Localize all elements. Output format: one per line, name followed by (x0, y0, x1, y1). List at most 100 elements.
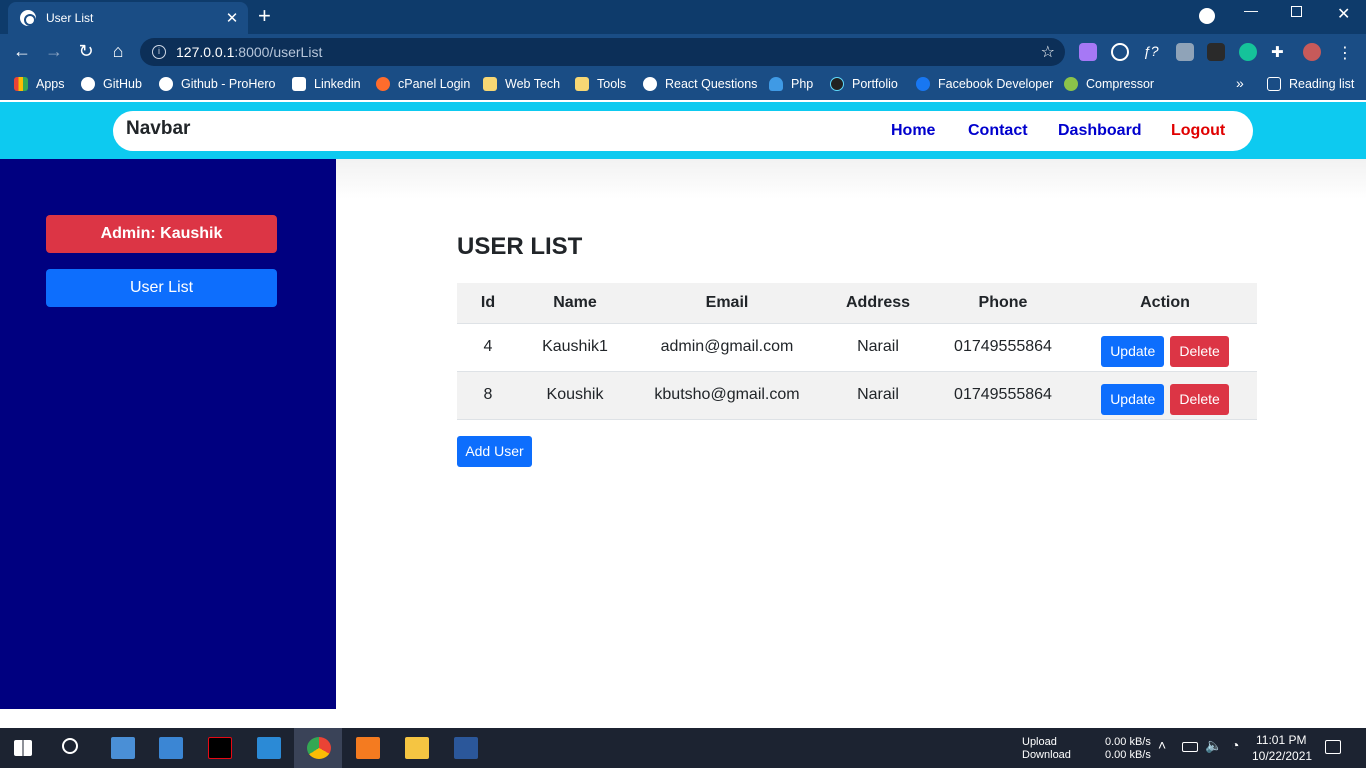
xampp-icon[interactable] (356, 737, 380, 759)
site-info-icon[interactable]: i (152, 45, 166, 59)
facebook-icon (916, 77, 930, 91)
folder-icon (575, 77, 589, 91)
folder-icon[interactable] (405, 737, 429, 759)
url-path: :8000/userList (234, 44, 323, 60)
cell-address: Narail (823, 323, 933, 372)
forward-icon[interactable]: → (43, 41, 65, 62)
bookmark-react-questions[interactable]: React Questions (643, 77, 757, 91)
more-bookmarks-button[interactable]: » (1236, 75, 1244, 91)
network-upload-label: Upload (1022, 736, 1057, 748)
nav-link-home[interactable]: Home (891, 122, 935, 140)
cloud-icon (769, 77, 783, 91)
github-icon (643, 77, 657, 91)
bookmark-github-prohero[interactable]: Github - ProHero (159, 77, 275, 91)
column-header-name: Name (519, 283, 631, 324)
clock-time[interactable]: 11:01 PM (1256, 734, 1306, 747)
word-icon[interactable] (454, 737, 478, 759)
reading-list-icon (1267, 77, 1281, 91)
browser-tab[interactable]: User List ✕ (8, 2, 248, 34)
cell-name: Koushik (519, 371, 631, 420)
github-icon (81, 77, 95, 91)
nav-link-logout[interactable]: Logout (1171, 122, 1225, 140)
url-host: 127.0.0.1 (176, 44, 235, 60)
update-button[interactable]: Update (1101, 383, 1165, 415)
windows-start-icon[interactable] (14, 740, 32, 756)
react-icon (830, 77, 844, 91)
linkedin-icon (292, 77, 306, 91)
tab-title: User List (46, 11, 94, 25)
cell-id: 8 (457, 371, 519, 420)
new-tab-button[interactable]: + (258, 5, 271, 27)
menu-icon[interactable]: ⋮ (1337, 43, 1355, 62)
navbar-brand[interactable]: Navbar (126, 118, 190, 140)
extension-icon[interactable] (1079, 43, 1097, 61)
extensions-puzzle-icon[interactable]: ✚ (1271, 43, 1289, 61)
column-header-address: Address (823, 283, 933, 324)
cell-address: Narail (823, 371, 933, 420)
bookmark-linkedin[interactable]: Linkedin (292, 77, 361, 91)
bookmark-facebook-developer[interactable]: Facebook Developer (916, 77, 1053, 91)
network-download-label: Download (1022, 749, 1071, 761)
cell-email: admin@gmail.com (631, 323, 823, 372)
nav-link-contact[interactable]: Contact (968, 122, 1028, 140)
close-window-icon[interactable]: ✕ (1337, 4, 1350, 24)
volume-icon[interactable]: 🔈 (1205, 738, 1222, 752)
extension-icon[interactable] (1207, 43, 1225, 61)
bookmark-compressor[interactable]: Compressor (1064, 77, 1154, 91)
battery-icon[interactable] (1182, 742, 1198, 752)
delete-button[interactable]: Delete (1170, 335, 1229, 367)
folder-icon (483, 77, 497, 91)
bookmark-portfolio[interactable]: Portfolio (830, 77, 898, 91)
column-header-phone: Phone (933, 283, 1073, 324)
users-table: Id Name Email Address Phone Action 4 Kau… (457, 283, 1257, 420)
navbar: Navbar Home Contact Dashboard Logout (113, 111, 1253, 151)
minimize-icon[interactable]: — (1244, 2, 1258, 18)
restore-icon[interactable] (1291, 6, 1302, 17)
bookmark-web-tech[interactable]: Web Tech (483, 77, 560, 91)
clock-date[interactable]: 10/22/2021 (1252, 750, 1312, 763)
table-row: 8 Koushik kbutsho@gmail.com Narail 01749… (457, 371, 1257, 420)
nav-link-dashboard[interactable]: Dashboard (1058, 122, 1142, 140)
bookmark-star-icon[interactable]: ☆ (1041, 42, 1055, 62)
delete-button[interactable]: Delete (1170, 383, 1229, 415)
admin-badge: Admin: Kaushik (46, 215, 277, 253)
close-tab-icon[interactable]: ✕ (222, 9, 242, 27)
extension-icon[interactable]: ƒ? (1143, 43, 1161, 61)
netflix-icon[interactable] (208, 737, 232, 759)
bookmark-cpanel[interactable]: cPanel Login (376, 77, 470, 91)
back-icon[interactable]: ← (11, 41, 33, 62)
reload-icon[interactable]: ↻ (75, 41, 97, 62)
bookmarks-bar: Apps GitHub Github - ProHero Linkedin cP… (0, 70, 1366, 100)
avatar[interactable] (1303, 43, 1321, 61)
chevron-up-icon[interactable]: ˄ (1158, 738, 1166, 752)
network-upload-rate: 0.00 kB/s (1105, 736, 1151, 748)
mail-icon[interactable] (159, 737, 183, 759)
taskbar: Upload Download 0.00 kB/s 0.00 kB/s ˄ 🔈 … (0, 728, 1366, 768)
add-user-button[interactable]: Add User (457, 436, 532, 467)
extension-icon[interactable] (1111, 43, 1129, 61)
cell-action: Update Delete (1073, 371, 1257, 420)
bookmark-github[interactable]: GitHub (81, 77, 142, 91)
globe-icon (20, 10, 36, 26)
chrome-icon[interactable] (307, 737, 331, 759)
compressor-icon (1064, 77, 1078, 91)
profile-dropdown-icon[interactable] (1199, 8, 1215, 24)
search-icon[interactable] (62, 738, 78, 754)
extension-icon[interactable] (1176, 43, 1194, 61)
wifi-icon[interactable]: ◔ (1231, 738, 1239, 752)
bookmark-apps[interactable]: Apps (14, 77, 65, 91)
update-button[interactable]: Update (1101, 335, 1165, 367)
user-list-button[interactable]: User List (46, 269, 277, 307)
url-bar[interactable]: i 127.0.0.1 :8000/userList ☆ (140, 38, 1065, 66)
table-row: 4 Kaushik1 admin@gmail.com Narail 017495… (457, 323, 1257, 372)
network-download-rate: 0.00 kB/s (1105, 749, 1151, 761)
reading-list-button[interactable]: Reading list (1267, 77, 1354, 91)
vscode-icon[interactable] (257, 737, 281, 759)
notifications-icon[interactable] (1325, 740, 1341, 754)
bookmark-tools[interactable]: Tools (575, 77, 626, 91)
file-manager-icon[interactable] (111, 737, 135, 759)
bookmark-php[interactable]: Php (769, 77, 813, 91)
grammarly-icon[interactable] (1239, 43, 1257, 61)
cell-id: 4 (457, 323, 519, 372)
home-icon[interactable]: ⌂ (107, 41, 129, 62)
